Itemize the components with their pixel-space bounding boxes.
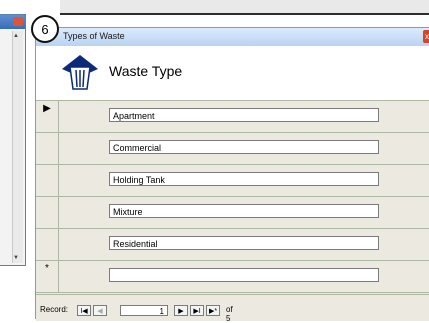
waste-type-field[interactable]: Mixture <box>109 204 379 218</box>
background-window-edge <box>60 0 429 15</box>
form-header-title: Waste Type <box>109 63 183 79</box>
background-window: ▲ ▼ <box>0 14 26 266</box>
new-record-button[interactable]: ▶* <box>206 305 220 316</box>
record-label: Record: <box>40 305 69 314</box>
new-record-selector[interactable]: * <box>36 261 59 292</box>
waste-type-field[interactable]: Holding Tank <box>109 172 379 186</box>
first-record-button[interactable]: I◀ <box>77 305 91 316</box>
background-scrollbar[interactable]: ▲ ▼ <box>12 31 23 263</box>
window-titlebar: Types of Waste x <box>36 28 429 47</box>
record-selector[interactable] <box>36 165 59 196</box>
types-of-waste-window: Types of Waste x Waste Type ▶ Apartment … <box>35 27 429 323</box>
close-button[interactable]: x <box>423 30 429 43</box>
background-close-icon[interactable] <box>13 17 23 26</box>
record-list: ▶ Apartment Commercial Holding Tank Mixt… <box>36 100 429 293</box>
waste-type-field[interactable]: Commercial <box>109 140 379 154</box>
record-selector[interactable] <box>36 229 59 260</box>
scroll-up-icon[interactable]: ▲ <box>13 33 19 39</box>
new-record-row[interactable]: * <box>36 261 429 293</box>
form-header: Waste Type <box>36 46 429 100</box>
next-record-button[interactable]: ▶ <box>174 305 188 316</box>
trash-bin-icon <box>62 55 98 90</box>
previous-record-button[interactable]: ◀ <box>93 305 107 316</box>
waste-type-field[interactable]: Residential <box>109 236 379 250</box>
waste-type-field[interactable]: Apartment <box>109 108 379 122</box>
record-selector[interactable]: ▶ <box>36 101 59 132</box>
record-row[interactable]: Mixture <box>36 197 429 229</box>
record-selector[interactable] <box>36 197 59 228</box>
record-row[interactable]: Holding Tank <box>36 165 429 197</box>
callout-number: 6 <box>31 15 59 43</box>
window-title: Types of Waste <box>63 31 125 41</box>
record-row[interactable]: ▶ Apartment <box>36 100 429 133</box>
last-record-button[interactable]: ▶I <box>190 305 204 316</box>
current-record-input[interactable]: 1 <box>120 305 168 316</box>
record-count: of 5 <box>226 305 233 323</box>
record-row[interactable]: Residential <box>36 229 429 261</box>
record-selector[interactable] <box>36 133 59 164</box>
new-waste-type-field[interactable] <box>109 268 379 282</box>
record-navigation-bar: Record: I◀ ◀ 1 ▶ ▶I ▶* of 5 <box>36 294 429 323</box>
scroll-down-icon[interactable]: ▼ <box>13 255 19 261</box>
record-row[interactable]: Commercial <box>36 133 429 165</box>
